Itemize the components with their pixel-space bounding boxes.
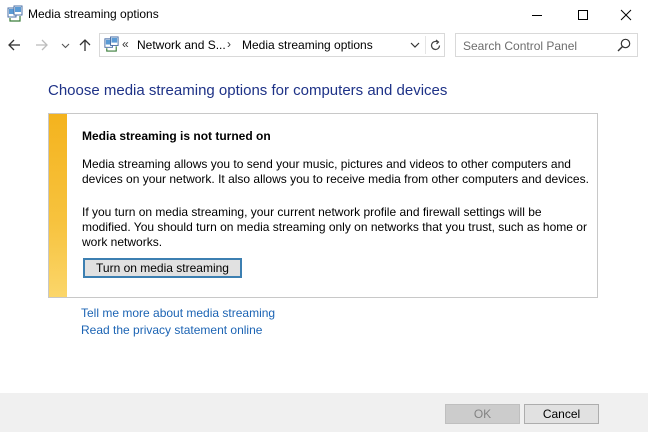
dialog-footer: OK Cancel xyxy=(0,393,648,432)
page-heading: Choose media streaming options for compu… xyxy=(48,82,448,99)
tell-me-more-link[interactable]: Tell me more about media streaming xyxy=(81,306,275,320)
refresh-icon xyxy=(430,39,440,50)
back-button[interactable] xyxy=(5,36,23,54)
breadcrumb-media-streaming-options[interactable]: Media streaming options xyxy=(242,38,373,52)
chevron-down-icon xyxy=(61,43,69,48)
recent-locations-button[interactable] xyxy=(58,36,72,54)
maximize-icon xyxy=(578,10,588,20)
search-box[interactable]: Search Control Panel xyxy=(455,33,638,57)
control-panel-network-icon xyxy=(104,36,119,52)
control-panel-network-icon xyxy=(7,5,23,22)
privacy-statement-link[interactable]: Read the privacy statement online xyxy=(81,323,262,337)
arrow-up-icon xyxy=(79,39,91,51)
close-icon xyxy=(620,9,632,21)
breadcrumb-separator[interactable]: › xyxy=(227,37,231,51)
media-streaming-notice: Media streaming is not turned on Media s… xyxy=(48,113,598,298)
address-history-dropdown[interactable] xyxy=(407,37,423,53)
refresh-button[interactable] xyxy=(425,36,444,54)
cancel-button[interactable]: Cancel xyxy=(524,404,599,424)
address-bar[interactable]: « Network and S... › Media streaming opt… xyxy=(99,33,445,57)
minimize-button[interactable] xyxy=(515,0,559,30)
search-icon[interactable] xyxy=(616,37,632,53)
minimize-icon xyxy=(532,15,542,16)
up-button[interactable] xyxy=(76,36,94,54)
turn-on-media-streaming-button[interactable]: Turn on media streaming xyxy=(83,258,242,278)
close-button[interactable] xyxy=(604,0,648,30)
notice-description: Media streaming allows you to send your … xyxy=(82,157,589,186)
forward-button[interactable] xyxy=(33,36,51,54)
chevron-down-icon xyxy=(410,42,420,48)
arrow-right-icon xyxy=(36,39,48,51)
notice-title: Media streaming is not turned on xyxy=(82,129,271,143)
notice-accent-stripe xyxy=(49,114,67,297)
title-bar: Media streaming options xyxy=(0,0,648,30)
maximize-button[interactable] xyxy=(561,0,605,30)
search-placeholder: Search Control Panel xyxy=(463,39,578,53)
ok-button[interactable]: OK xyxy=(445,404,520,424)
navigation-bar: « Network and S... › Media streaming opt… xyxy=(0,30,648,60)
breadcrumb-network-and-sharing[interactable]: Network and S... xyxy=(137,38,226,52)
window-title: Media streaming options xyxy=(28,7,159,21)
arrow-left-icon xyxy=(8,39,20,51)
breadcrumb-overflow-chevron[interactable]: « xyxy=(122,37,129,51)
notice-warning: If you turn on media streaming, your cur… xyxy=(82,205,587,249)
